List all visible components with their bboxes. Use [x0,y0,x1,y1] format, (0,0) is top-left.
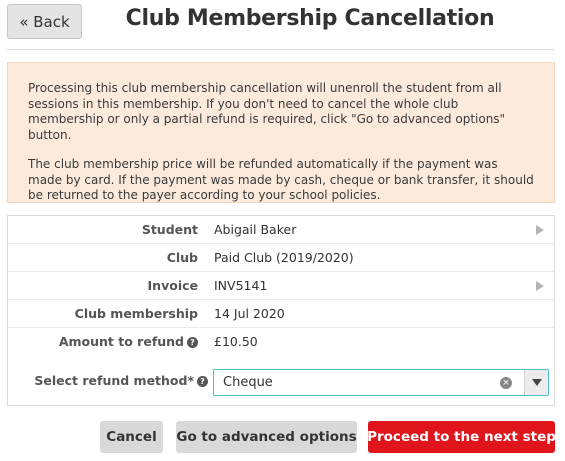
club-label: Club [166,250,198,265]
notice-paragraph-unenroll: Processing this club membership cancella… [28,81,506,142]
refund-method-select[interactable]: Cheque × [213,369,549,396]
header-divider [7,49,555,50]
invoice-label: Invoice [147,278,198,293]
chevron-down-icon [532,379,542,386]
amount-to-refund-label-wrap: Amount to refund? [59,328,198,356]
proceed-next-step-button[interactable]: Proceed to the next step [367,421,556,453]
clear-icon[interactable]: × [500,377,512,389]
detail-row-invoice[interactable]: Invoice INV5141 [8,272,554,300]
info-notice: Processing this club membership cancella… [7,62,555,203]
detail-row-club: Club Paid Club (2019/2020) [8,244,554,272]
chevron-right-icon[interactable] [536,225,544,235]
back-button[interactable]: « Back [7,4,82,39]
refund-method-label: Select refund method* [34,373,194,388]
dropdown-toggle-button[interactable] [524,370,548,395]
advanced-options-button[interactable]: Go to advanced options [176,421,357,453]
detail-row-club-membership: Club membership 14 Jul 2020 [8,300,554,328]
club-value: Paid Club (2019/2020) [214,250,354,265]
cancel-button[interactable]: Cancel [100,421,163,453]
refund-method-label-wrap: Select refund method*? [34,367,208,395]
invoice-value: INV5141 [214,278,268,293]
club-membership-label: Club membership [74,306,198,321]
page-title: Club Membership Cancellation [125,6,495,31]
notice-paragraph-refund: The club membership price will be refund… [28,157,534,202]
refund-method-selected-value: Cheque [223,375,273,390]
membership-details-panel: Student Abigail Baker Club Paid Club (20… [7,215,555,406]
amount-to-refund-label: Amount to refund [58,334,184,349]
chevron-right-icon[interactable] [536,281,544,291]
detail-row-amount-to-refund: Amount to refund? £10.50 [8,328,554,356]
help-icon[interactable]: ? [187,337,198,348]
amount-to-refund-value: £10.50 [214,334,258,349]
club-membership-value: 14 Jul 2020 [214,306,285,321]
student-value: Abigail Baker [214,222,297,237]
page-header: « Back Club Membership Cancellation [0,0,565,52]
help-icon[interactable]: ? [197,376,208,387]
student-label: Student [141,222,198,237]
detail-row-student[interactable]: Student Abigail Baker [8,216,554,244]
refund-method-row: Select refund method*? Cheque × [8,359,554,405]
